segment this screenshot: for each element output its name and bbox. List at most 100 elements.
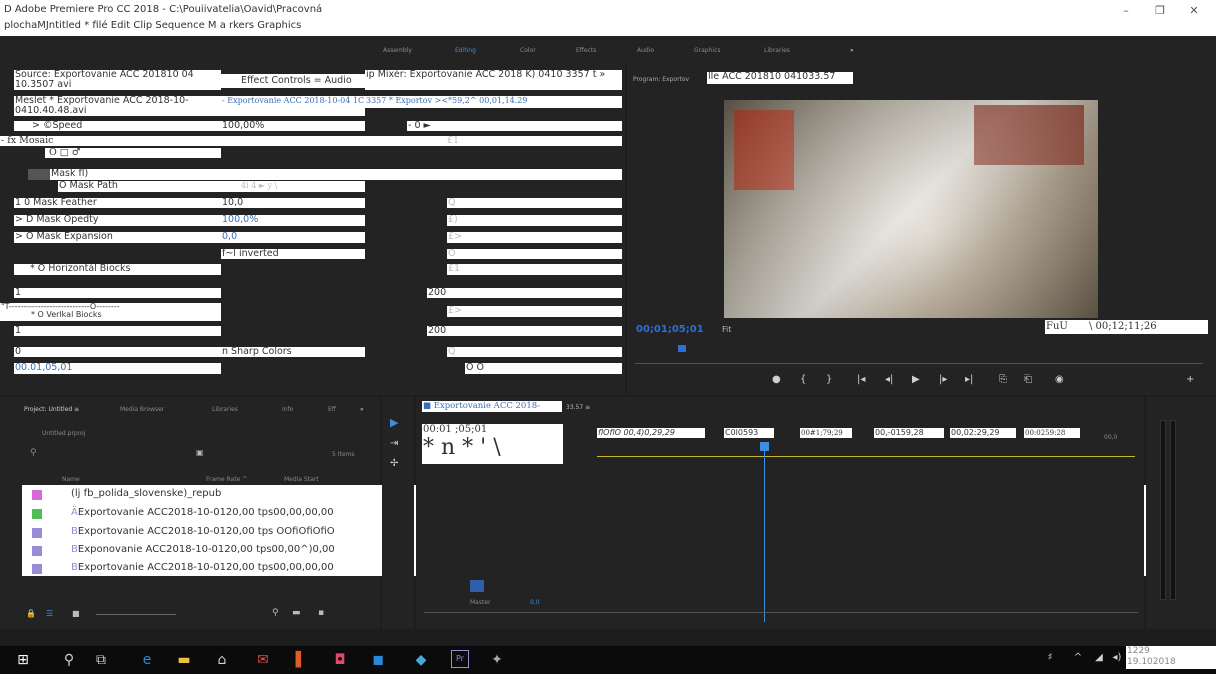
restore-button[interactable]: ❐ <box>1151 4 1169 17</box>
new-bin-icon[interactable]: ▣ <box>196 448 204 457</box>
taskview-icon[interactable]: ⧉ <box>92 652 110 668</box>
master-track-value[interactable]: 0,0 <box>530 599 540 606</box>
mask-opacity-keyframe[interactable]: £) <box>447 215 622 226</box>
close-button[interactable]: ✕ <box>1185 4 1203 17</box>
outlook-icon[interactable]: ◼ <box>369 652 387 668</box>
workspace-assembly[interactable]: Assembly <box>383 47 412 54</box>
horizontal-blocks-keyframe[interactable]: £1 <box>447 264 622 275</box>
windows-icon[interactable]: ⊞ <box>14 652 32 668</box>
tab-effects[interactable]: Eff <box>328 406 336 413</box>
step-back-button[interactable]: ◂| <box>885 374 893 385</box>
audio-mixer-tab[interactable]: ip Mixér: Exportovanie ACC 2018 K) 0410 … <box>365 70 622 90</box>
find-icon[interactable]: ⚲ <box>272 608 279 618</box>
work-area-bar[interactable] <box>597 456 1135 457</box>
menu-bar[interactable]: plochaMJntitled * filé Edit Clip Sequenc… <box>4 20 301 31</box>
store-icon[interactable]: ⌂ <box>213 652 231 668</box>
icon-view-icon[interactable]: ■ <box>72 609 80 618</box>
lock-icon[interactable]: 🔒 <box>26 609 36 618</box>
workspace-graphics[interactable]: Graphics <box>694 47 721 54</box>
extract-button[interactable]: ⎗ <box>1024 374 1032 385</box>
workspace-libraries[interactable]: Libraries <box>764 47 790 54</box>
mask-path-tracker[interactable]: 4i 4 ► y \ <box>221 181 365 192</box>
mail-icon[interactable]: ✉ <box>254 652 272 668</box>
new-item-icon[interactable]: ▪ <box>318 608 324 618</box>
ripple-edit-icon[interactable]: ✢ <box>390 458 398 469</box>
sequence-tab-tail[interactable]: 33.57 ≡ <box>566 404 590 411</box>
workspace-color[interactable]: Color <box>520 47 536 54</box>
workspace-editing[interactable]: Editing <box>455 47 476 54</box>
export-frame-button[interactable]: ◉ <box>1055 374 1064 385</box>
search-icon[interactable]: ⚲ <box>60 652 78 668</box>
tab-info[interactable]: Info <box>282 406 293 413</box>
workspace-more[interactable]: » <box>850 47 854 54</box>
speed-value[interactable]: 100,00% <box>221 121 365 131</box>
tab-media-browser[interactable]: Media Browser <box>120 406 164 413</box>
vertical-blocks-slider[interactable]: "T----------------------------O-------- … <box>0 303 221 321</box>
speed-keyframe[interactable]: - 0 ► <box>407 121 622 131</box>
goto-out-button[interactable]: ▸| <box>965 374 973 385</box>
project-search-icon[interactable]: ⚲ <box>30 448 37 458</box>
marker-button[interactable]: ● <box>772 374 781 385</box>
step-forward-button[interactable]: |▸ <box>939 374 947 385</box>
effect-timecode[interactable]: 00.01,05,01 <box>14 363 221 374</box>
zoom-slider[interactable] <box>96 614 176 615</box>
tray-chevron-icon[interactable]: ^ <box>1069 652 1087 663</box>
col-frame-rate[interactable]: Frame Rate ^ <box>206 476 247 483</box>
mask-inverted-keyframe[interactable]: O <box>447 249 622 259</box>
mask-opacity-value[interactable]: 100,0% <box>221 215 365 226</box>
workspace-effects[interactable]: Effects <box>576 47 596 54</box>
mask-feather-keyframe[interactable]: Q <box>447 198 622 208</box>
mask-expansion-value[interactable]: 0,0 <box>221 232 365 243</box>
fit-dropdown[interactable]: Fit <box>722 325 731 334</box>
play-button[interactable]: ▶ <box>912 374 920 385</box>
playhead-handle[interactable] <box>760 442 769 451</box>
tab-libraries[interactable]: Libraries <box>212 406 238 413</box>
shield-icon[interactable]: ◘ <box>331 652 349 668</box>
col-media-start[interactable]: Media Start <box>284 476 319 483</box>
add-button[interactable]: + <box>1186 374 1194 385</box>
sequence-tab[interactable]: ■ Exportovanie ACC 2018- <box>422 401 562 412</box>
mask-feather-value[interactable]: 10,0 <box>221 198 365 208</box>
col-name[interactable]: Name <box>62 476 80 483</box>
network-icon[interactable]: ◢ <box>1090 652 1108 663</box>
program-timecode[interactable]: 00;01;05;01 <box>636 324 704 335</box>
mask-shape-icons[interactable]: O □ ♂ <box>45 148 221 158</box>
mosaic-keyframe[interactable]: £1 <box>221 136 622 146</box>
clock[interactable]: 1229 19.102018 <box>1126 646 1216 669</box>
edge-icon[interactable]: e <box>138 652 156 668</box>
mark-out-button[interactable]: } <box>826 374 832 385</box>
mask-label[interactable]: Mask fl) <box>50 169 622 180</box>
timeline-tool-icons[interactable]: * n * ' \ <box>423 436 563 460</box>
effect-controls-tab[interactable]: Effect Controls = Audio <box>221 74 365 88</box>
volume-icon[interactable]: ◂) <box>1108 652 1126 663</box>
program-label[interactable]: Program: Exportov <box>633 76 689 83</box>
tab-project[interactable]: Project: Untitled ≡ <box>24 406 79 413</box>
mosaic-effect-label[interactable]: - fx Mosaic <box>0 136 221 146</box>
explorer-icon[interactable]: ▬ <box>175 652 193 668</box>
source-tab[interactable]: Source: Exportovanie ACC 201810 04 10.35… <box>14 70 221 90</box>
track-target-a1[interactable] <box>470 580 484 592</box>
timeline-timecode-box[interactable]: 00:01 ;05;01 * n * ' \ <box>422 424 563 464</box>
goto-in-button[interactable]: |◂ <box>857 374 865 385</box>
lift-button[interactable]: ⎘ <box>999 374 1007 385</box>
office-icon[interactable]: ▌ <box>292 652 310 668</box>
mark-in-button[interactable]: { <box>800 374 806 385</box>
mask-expansion-keyframe[interactable]: £> <box>447 232 622 243</box>
timeline-scrollbar[interactable] <box>424 612 1138 613</box>
premiere-icon[interactable]: Pr <box>451 650 469 668</box>
list-view-icon[interactable]: ☰ <box>46 609 53 618</box>
workspace-audio[interactable]: Audio <box>637 47 654 54</box>
effect-footer-buttons[interactable]: O O <box>465 363 622 374</box>
playhead-marker[interactable] <box>678 345 686 352</box>
app-icon[interactable]: ◆ <box>412 652 430 668</box>
selection-tool-icon[interactable]: ▶ <box>390 416 398 429</box>
folder-icon[interactable]: ▬ <box>292 608 301 618</box>
tab-more[interactable]: » <box>360 406 364 413</box>
app2-icon[interactable]: ✦ <box>488 652 506 668</box>
vertical-blocks-keyframe[interactable]: £> <box>447 306 622 317</box>
mask-inverted-checkbox[interactable]: f~l inverted <box>221 249 365 259</box>
user-icon[interactable]: ♯ <box>1041 652 1059 663</box>
minimize-button[interactable]: – <box>1117 4 1135 17</box>
sharp-colors-checkbox[interactable]: n Sharp Colors <box>221 347 365 357</box>
timeline-playhead[interactable] <box>764 442 765 622</box>
